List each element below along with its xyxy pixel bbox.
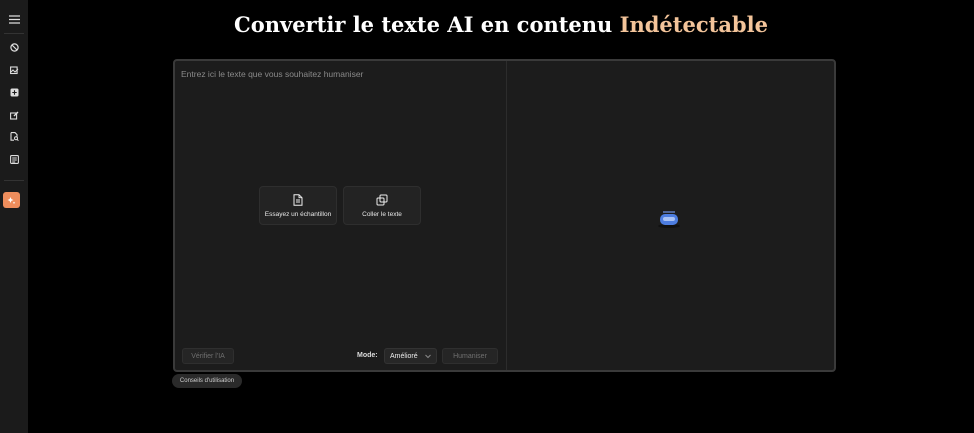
mode-label: Mode: [357,352,378,359]
checklist-icon[interactable] [4,151,24,167]
pen-image-icon[interactable] [4,107,24,123]
mode-select[interactable]: Amélioré [384,348,437,364]
title-prefix: Convertir le texte AI en contenu [234,12,620,37]
pane-divider [506,61,507,370]
mode-value: Amélioré [390,352,418,360]
sparkle-icon[interactable] [3,192,20,208]
image-edit-icon[interactable] [4,62,24,78]
humanizer-panel: Essayez un échantillon Coller le texte V… [173,59,836,372]
input-textarea[interactable] [181,69,501,329]
usage-tips-button[interactable]: Conseils d'utilisation [172,374,242,388]
document-icon [293,193,303,206]
paste-text-button[interactable]: Coller le texte [343,186,421,225]
check-ai-button[interactable]: Vérifier l'IA [182,348,234,364]
copy-icon [376,194,388,205]
loading-robot-icon [658,211,680,228]
block-icon[interactable] [4,39,24,55]
page-title: Convertir le texte AI en contenu Indétec… [28,10,974,40]
sidebar [0,0,28,433]
menu-icon[interactable] [4,11,24,27]
doc-search-icon[interactable] [4,128,24,144]
try-sample-label: Essayez un échantillon [264,210,332,218]
sidebar-divider [4,33,24,34]
sidebar-divider [4,180,24,181]
humanize-button[interactable]: Humaniser [442,348,498,364]
chevron-down-icon [425,354,431,359]
paste-text-label: Coller le texte [362,210,402,218]
try-sample-button[interactable]: Essayez un échantillon [259,186,337,225]
title-highlight: Indétectable [619,12,768,37]
plus-square-icon[interactable] [4,84,24,100]
